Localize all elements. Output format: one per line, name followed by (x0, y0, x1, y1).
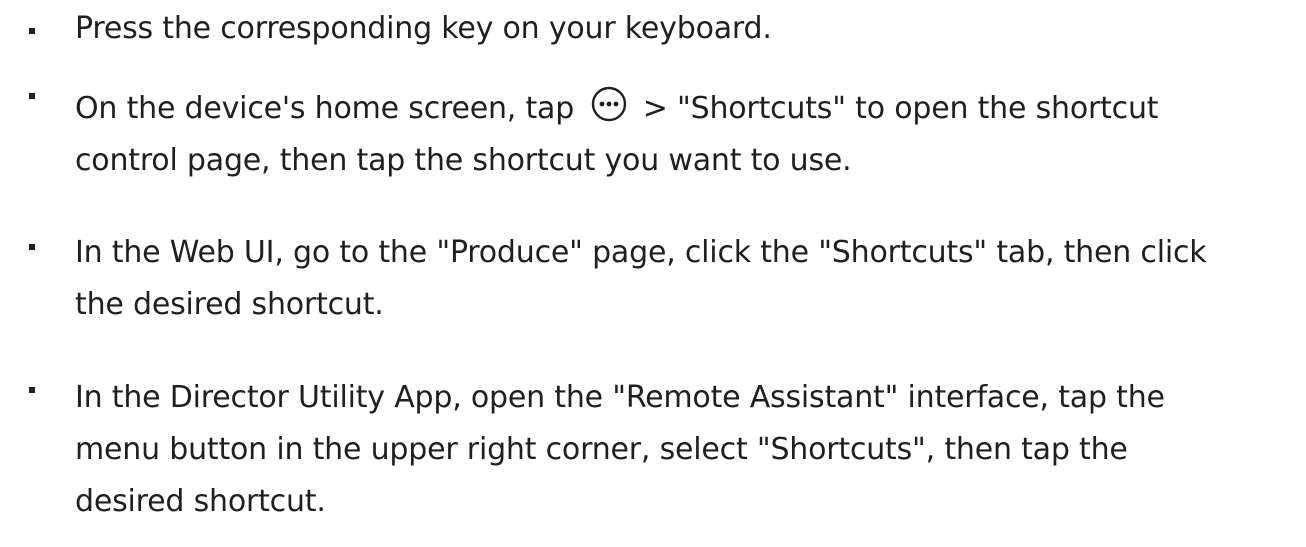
bullet-marker (29, 244, 35, 250)
list-item-line: menu button in the upper right corner, s… (75, 432, 1128, 467)
list-item-line: Press the corresponding key on your keyb… (75, 11, 772, 46)
list-item-text: In the Director Utility App, open the "R… (75, 372, 1290, 528)
bullet-marker (29, 93, 35, 99)
list-item-text: On the device's home screen, tap > "Shor… (75, 83, 1290, 187)
list-item-line: desired shortcut. (75, 484, 326, 519)
list-item-line: In the Director Utility App, open the "R… (75, 380, 1165, 415)
list-item-text: In the Web UI, go to the "Produce" page,… (75, 227, 1290, 331)
bullet-marker (29, 387, 35, 393)
list-item-line-segment: > "Shortcuts" to open the shortcut (642, 91, 1159, 126)
list-item-line: On the device's home screen, tap > "Shor… (75, 83, 1290, 135)
list-item-text: Press the corresponding key on your keyb… (75, 3, 1290, 55)
list-item-line: control page, then tap the shortcut you … (75, 143, 852, 178)
list-item-line-segment: On the device's home screen, tap (75, 91, 575, 126)
list-item-line: the desired shortcut. (75, 287, 384, 322)
instruction-document: Press the corresponding key on your keyb… (0, 0, 1306, 547)
list-item-line: In the Web UI, go to the "Produce" page,… (75, 235, 1207, 270)
more-icon (592, 86, 627, 122)
bullet-marker (29, 28, 35, 34)
